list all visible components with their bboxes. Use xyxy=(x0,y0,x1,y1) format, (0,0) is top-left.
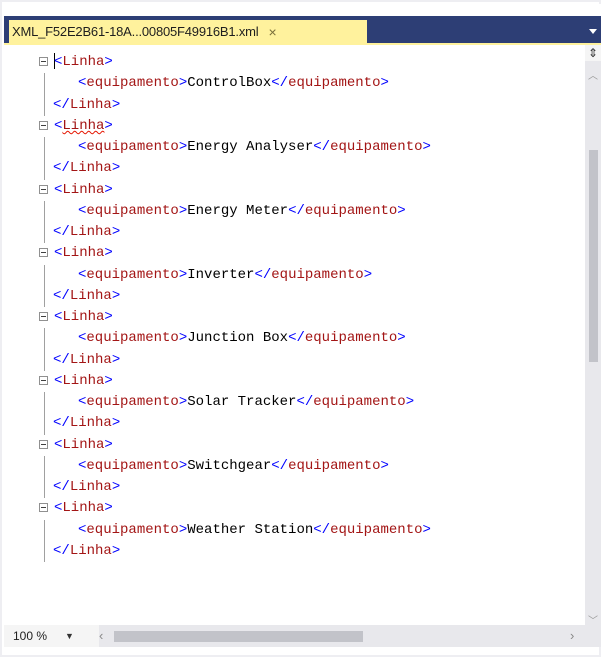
xml-open-tag-line[interactable]: <Linha> xyxy=(39,371,585,392)
xml-element-line[interactable]: <equipamento>Weather Station</equipament… xyxy=(40,519,585,562)
collapse-minus-icon[interactable] xyxy=(39,312,48,321)
editor-margin xyxy=(4,45,40,625)
xml-document: <Linha> <equipamento>ControlBox</equipame… xyxy=(39,52,585,562)
scroll-up-icon[interactable]: ︿ xyxy=(588,67,598,82)
xml-tag-name: equipamento xyxy=(330,521,423,538)
xml-element-line[interactable]: <equipamento>ControlBox</equipamento> xyxy=(40,73,585,116)
xml-close-tag-line[interactable]: </Linha> xyxy=(40,413,585,434)
xml-tag-name: equipamento xyxy=(313,394,406,410)
xml-element-value: Energy Meter xyxy=(187,202,289,219)
xml-element-line[interactable]: <equipamento>Switchgear</equipamento> xyxy=(40,455,585,499)
xml-open-tag-line[interactable]: <Linha> xyxy=(39,307,585,328)
xml-tag-name: Linha xyxy=(69,415,112,432)
xml-element-line[interactable]: <equipamento>Energy Analyser</equipament… xyxy=(40,137,585,180)
collapse-minus-icon[interactable] xyxy=(39,57,48,66)
scroll-corner xyxy=(585,625,601,647)
xml-tag-name: equipamento xyxy=(304,202,398,219)
xml-tag-name: equipamento xyxy=(86,266,179,283)
xml-tag-name: Linha xyxy=(62,117,105,134)
xml-element-value: Junction Box xyxy=(187,330,289,347)
collapse-minus-icon[interactable] xyxy=(39,120,48,130)
tab-title: XML_F52E2B61-18A...00805F49916B1.xml xyxy=(12,24,259,39)
xml-element-value: Solar Tracker xyxy=(187,394,297,410)
xml-tag-name: equipamento xyxy=(288,457,381,474)
code-editor[interactable]: <Linha> <equipamento>ControlBox</equipame… xyxy=(4,45,585,625)
xml-element-line[interactable]: <equipamento>Solar Tracker</equipamento> xyxy=(40,392,585,435)
xml-tag-name: equipamento xyxy=(330,139,423,155)
xml-element-value: Weather Station xyxy=(187,521,314,538)
xml-open-tag-line[interactable]: <Linha> xyxy=(39,498,585,519)
xml-tag-name: Linha xyxy=(69,160,112,177)
vertical-scroll-thumb[interactable] xyxy=(589,150,598,362)
xml-close-tag-line[interactable]: </Linha> xyxy=(40,158,585,179)
xml-tag-name: Linha xyxy=(62,436,105,453)
xml-tag-name: equipamento xyxy=(86,394,179,410)
editor-bottom-bar: 100 % ▼ ‹ › xyxy=(4,625,601,647)
horizontal-scroll-thumb[interactable] xyxy=(114,631,363,642)
xml-tag-name: Linha xyxy=(62,181,105,198)
xml-close-tag-line[interactable]: </Linha> xyxy=(40,222,585,243)
collapse-minus-icon[interactable] xyxy=(39,375,48,385)
xml-tag-name: equipamento xyxy=(271,266,364,283)
xml-tag-name: Linha xyxy=(69,542,112,559)
xml-tag-name: Linha xyxy=(62,54,105,70)
xml-tag-name: Linha xyxy=(69,479,112,495)
xml-tag-name: Linha xyxy=(62,245,105,262)
xml-element-line[interactable]: <equipamento>Inverter</equipamento> xyxy=(40,264,585,307)
xml-element-value: ControlBox xyxy=(187,75,272,92)
xml-close-tag-line[interactable]: </Linha> xyxy=(40,286,585,307)
xml-tag-name: equipamento xyxy=(86,521,179,538)
zoom-dropdown[interactable]: 100 % ▼ xyxy=(4,625,99,647)
xml-open-tag-line[interactable]: <Linha> xyxy=(39,243,585,264)
xml-editor-window: XML_F52E2B61-18A...00805F49916B1.xml × <… xyxy=(0,0,601,657)
xml-tag-name: Linha xyxy=(69,287,112,304)
xml-tag-name: Linha xyxy=(69,96,112,113)
xml-tag-name: Linha xyxy=(69,224,112,240)
scroll-down-icon[interactable]: ﹀ xyxy=(588,612,598,627)
xml-open-tag-line[interactable]: <Linha> xyxy=(39,116,585,137)
xml-tag-name: equipamento xyxy=(86,139,179,155)
chevron-down-icon: ▼ xyxy=(65,631,74,641)
document-tab[interactable]: XML_F52E2B61-18A...00805F49916B1.xml × xyxy=(9,20,367,43)
collapse-minus-icon[interactable] xyxy=(39,439,48,449)
xml-close-tag-line[interactable]: </Linha> xyxy=(40,95,585,116)
vertical-scrollbar[interactable]: ⇕ ︿ ﹀ xyxy=(585,45,601,627)
xml-close-tag-line[interactable]: </Linha> xyxy=(40,477,585,498)
xml-element-value: Energy Analyser xyxy=(187,139,314,155)
xml-element-line[interactable]: <equipamento>Junction Box</equipamento> xyxy=(40,328,585,371)
xml-element-value: Inverter xyxy=(187,266,255,283)
xml-tag-name: equipamento xyxy=(304,330,398,347)
collapse-minus-icon[interactable] xyxy=(39,184,48,194)
xml-close-tag-line[interactable]: </Linha> xyxy=(40,541,585,562)
scroll-right-icon[interactable]: › xyxy=(570,629,580,643)
xml-tag-name: Linha xyxy=(62,500,105,517)
xml-tag-name: equipamento xyxy=(86,330,179,347)
xml-tag-name: equipamento xyxy=(288,75,381,92)
xml-open-tag-line[interactable]: <Linha> xyxy=(39,180,585,201)
xml-tag-name: equipamento xyxy=(86,457,179,474)
xml-open-tag-line[interactable]: <Linha> xyxy=(39,435,585,456)
xml-element-value: Switchgear xyxy=(187,457,272,474)
scroll-left-icon[interactable]: ‹ xyxy=(99,629,109,643)
document-tab-strip: XML_F52E2B61-18A...00805F49916B1.xml × xyxy=(4,4,601,43)
zoom-level: 100 % xyxy=(13,629,48,643)
xml-tag-name: Linha xyxy=(62,372,105,389)
xml-element-line[interactable]: <equipamento>Energy Meter</equipamento> xyxy=(40,200,585,244)
collapse-minus-icon[interactable] xyxy=(39,248,48,258)
xml-tag-name: Linha xyxy=(69,351,112,368)
xml-close-tag-line[interactable]: </Linha> xyxy=(40,350,585,371)
xml-open-tag-line[interactable]: <Linha> xyxy=(39,52,585,73)
xml-tag-name: Linha xyxy=(62,309,105,325)
xml-tag-name: equipamento xyxy=(86,202,179,219)
chevron-down-icon[interactable] xyxy=(587,23,599,37)
close-icon[interactable]: × xyxy=(268,25,276,39)
collapse-minus-icon[interactable] xyxy=(39,503,48,513)
xml-tag-name: equipamento xyxy=(86,75,179,92)
split-view-icon[interactable]: ⇕ xyxy=(585,45,601,61)
